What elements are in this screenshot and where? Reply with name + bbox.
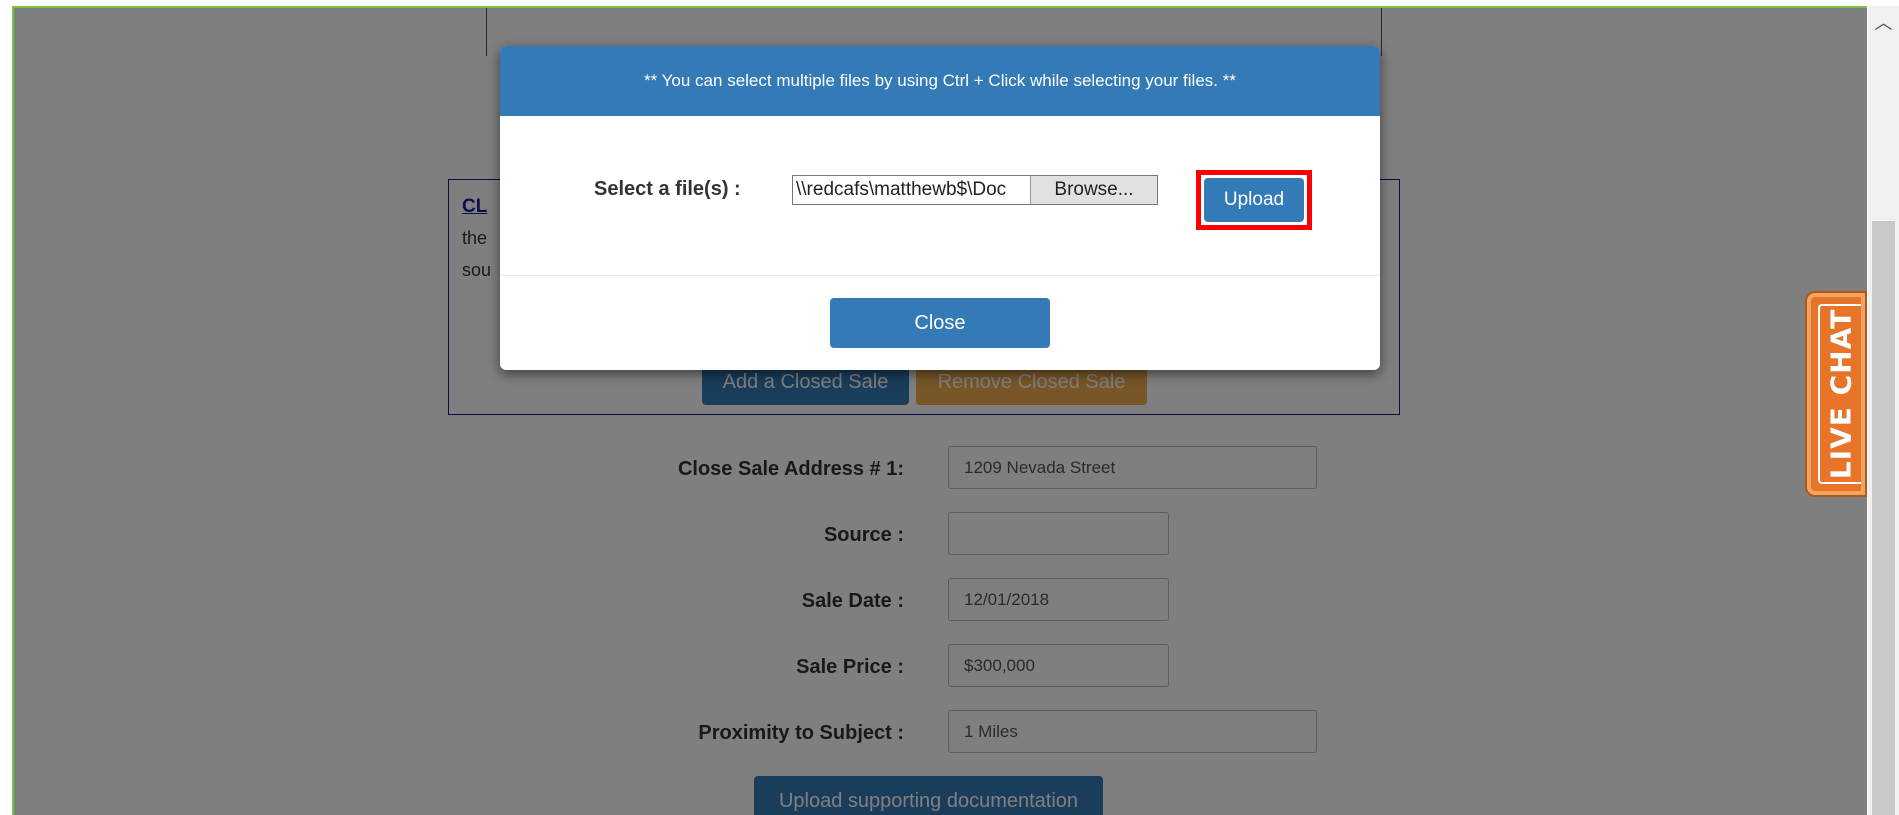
scroll-up-icon[interactable]: ︿	[1868, 6, 1899, 38]
modal-header: ** You can select multiple files by usin…	[500, 46, 1380, 116]
browse-button[interactable]: Browse...	[1030, 176, 1157, 204]
scrollbar-thumb[interactable]	[1872, 221, 1895, 815]
live-chat-label: LIVE CHAT	[1824, 308, 1857, 480]
live-chat-border: LIVE CHAT	[1818, 304, 1861, 484]
browser-frame: CL the sou f / Add a Closed Sale Remove …	[12, 6, 1867, 815]
select-file-label: Select a file(s) :	[594, 178, 741, 200]
vertical-scrollbar[interactable]: ︿	[1868, 6, 1899, 815]
file-input[interactable]: \\redcafs\matthewb$\Doc Browse...	[792, 175, 1158, 205]
file-path-text[interactable]: \\redcafs\matthewb$\Doc	[793, 176, 1030, 204]
close-button[interactable]: Close	[830, 298, 1050, 348]
live-chat-button[interactable]: LIVE CHAT	[1807, 293, 1865, 495]
upload-button[interactable]: Upload	[1204, 178, 1304, 222]
upload-modal: ** You can select multiple files by usin…	[500, 46, 1380, 370]
modal-divider	[500, 275, 1380, 276]
